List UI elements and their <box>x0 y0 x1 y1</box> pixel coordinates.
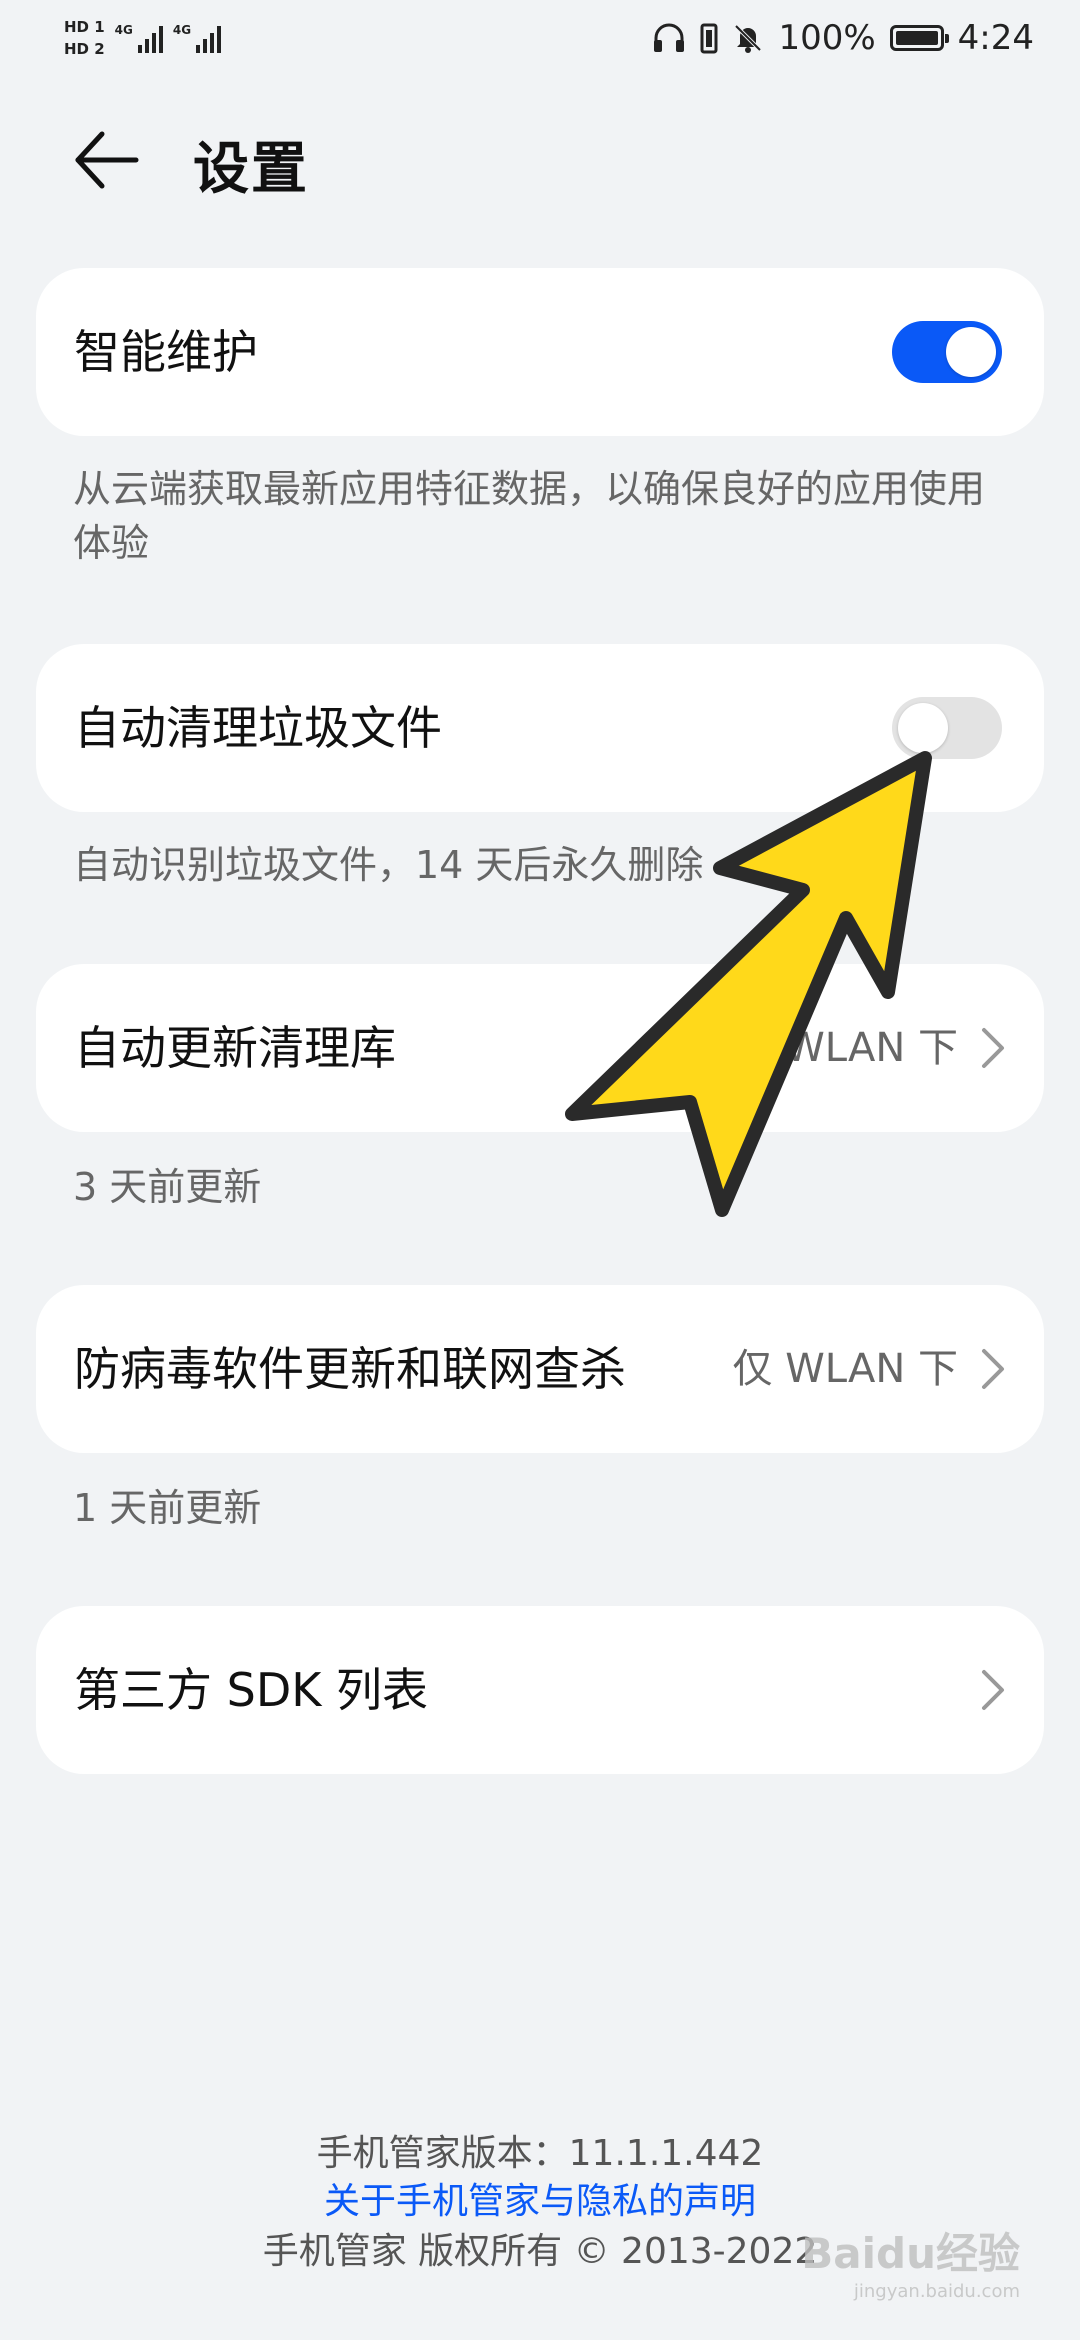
signal-icon: 4G <box>115 23 163 53</box>
auto-clean-junk-label: 自动清理垃圾文件 <box>74 701 442 755</box>
smart-maintenance-label: 智能维护 <box>74 325 258 379</box>
smart-maintenance-card[interactable]: 智能维护 <box>36 268 1044 436</box>
toggle-knob <box>946 327 996 377</box>
watermark-url: jingyan.baidu.com <box>853 2281 1020 2302</box>
sim1-badge: HD 1 <box>64 18 105 36</box>
battery-percent: 100% <box>778 18 876 58</box>
vibrate-battery-icon <box>700 23 718 54</box>
chevron-right-icon <box>982 1349 1004 1389</box>
third-party-sdk-list-label: 第三方 SDK 列表 <box>74 1663 429 1717</box>
app-header: 设置 <box>0 110 1080 210</box>
chevron-right-icon <box>982 1670 1004 1710</box>
third-party-sdk-list-card[interactable]: 第三方 SDK 列表 <box>36 1606 1044 1774</box>
privacy-statement-link[interactable]: 关于手机管家与隐私的声明 <box>0 2172 1080 2224</box>
smart-maintenance-toggle[interactable] <box>892 321 1002 383</box>
antivirus-update-value: 仅 WLAN 下 <box>732 1346 958 1392</box>
back-arrow-icon[interactable] <box>70 128 142 192</box>
smart-maintenance-description: 从云端获取最新应用特征数据，以确保良好的应用使用体验 <box>73 467 986 565</box>
auto-update-clean-library-label: 自动更新清理库 <box>74 1021 396 1075</box>
antivirus-update-card[interactable]: 防病毒软件更新和联网查杀 仅 WLAN 下 <box>36 1285 1044 1453</box>
signal-indicators: HD 1 HD 2 4G 4G <box>64 10 222 66</box>
page-title: 设置 <box>193 137 309 202</box>
auto-clean-junk-toggle[interactable] <box>892 697 1002 759</box>
toggle-knob <box>898 703 948 753</box>
auto-clean-junk-card[interactable]: 自动清理垃圾文件 <box>36 644 1044 812</box>
baidu-watermark-logo: Baidu经验 jingyan.baidu.com <box>801 2220 1020 2302</box>
sim2-badge: HD 2 <box>64 40 105 58</box>
network-type-1: 4G <box>114 23 133 37</box>
antivirus-update-description: 1 天前更新 <box>73 1486 262 1530</box>
signal-icon-2: 4G <box>172 23 222 53</box>
antivirus-update-label: 防病毒软件更新和联网查杀 <box>74 1342 626 1396</box>
auto-update-clean-library-description: 3 天前更新 <box>73 1165 262 1209</box>
status-bar: HD 1 HD 2 4G 4G 100% 4:24 <box>0 0 1080 80</box>
mute-bell-icon <box>735 24 762 53</box>
auto-update-clean-library-value: 仅 WLAN 下 <box>732 1025 958 1071</box>
auto-update-clean-library-card[interactable]: 自动更新清理库 仅 WLAN 下 <box>36 964 1044 1132</box>
chevron-right-icon <box>982 1028 1004 1068</box>
clock: 4:24 <box>957 18 1034 58</box>
watermark-brand: Baidu经验 <box>801 2229 1020 2278</box>
auto-clean-junk-description: 自动识别垃圾文件，14 天后永久删除 <box>73 843 704 887</box>
app-version: 手机管家版本：11.1.1.442 <box>316 2133 764 2174</box>
headphones-icon <box>654 23 685 52</box>
network-type-2: 4G <box>172 23 192 37</box>
battery-icon <box>889 25 949 51</box>
